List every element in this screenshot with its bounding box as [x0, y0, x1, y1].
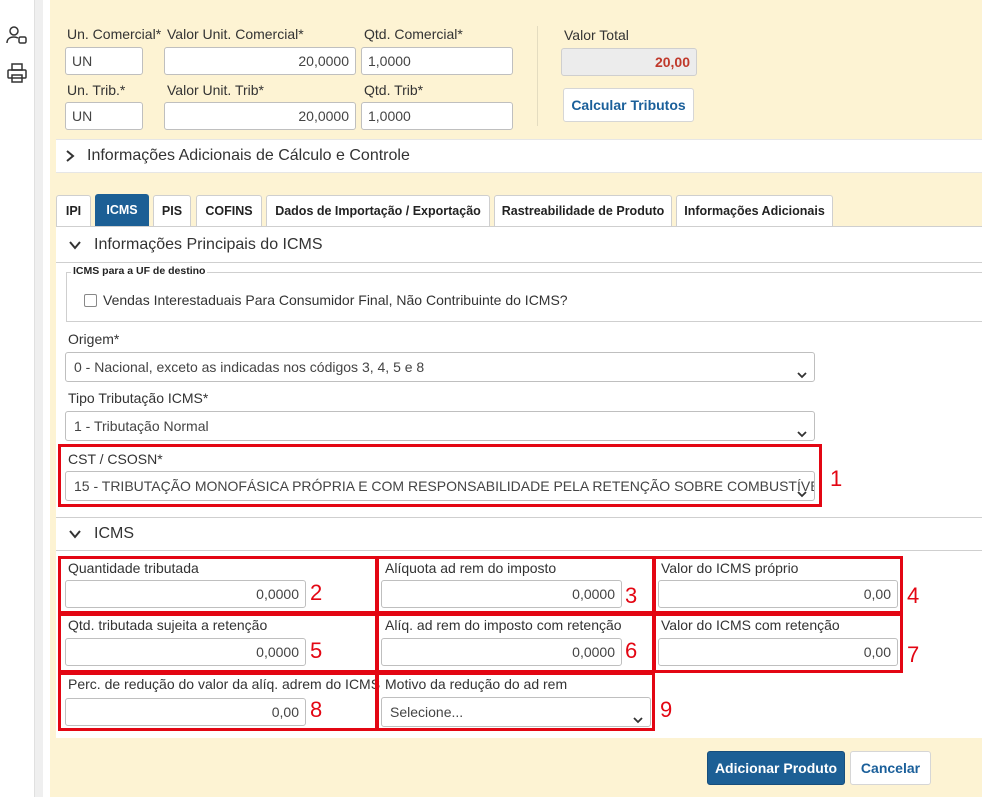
- uf-destino-legend: ICMS para a UF de destino: [71, 265, 208, 277]
- chevron-right-icon: [63, 149, 77, 163]
- highlight-box-2: [58, 556, 378, 614]
- highlight-box-7: [653, 613, 903, 673]
- fieldset-border-bottom: [66, 321, 982, 322]
- highlight-box-8: [58, 672, 378, 731]
- icms-principal-title: Informações Principais do ICMS: [94, 236, 323, 253]
- adicionar-produto-button[interactable]: Adicionar Produto: [707, 751, 845, 785]
- qtd-comercial-input[interactable]: 1,0000: [361, 47, 513, 75]
- un-trib-label: Un. Trib.*: [67, 82, 126, 98]
- section-divider: [56, 517, 982, 518]
- section-divider: [56, 262, 982, 263]
- calcular-tributos-button[interactable]: Calcular Tributos: [563, 88, 694, 122]
- chevron-down-icon: [796, 362, 808, 379]
- highlight-box-5: [58, 613, 378, 673]
- valor-unit-comercial-input[interactable]: 20,0000: [164, 47, 356, 75]
- valor-unit-trib-input[interactable]: 20,0000: [164, 102, 356, 130]
- tipo-tributacao-label: Tipo Tributação ICMS*: [68, 390, 209, 406]
- user-settings-icon[interactable]: [6, 24, 28, 46]
- annotation-number-8: 8: [310, 697, 323, 722]
- tab-dados-importacao[interactable]: Dados de Importação / Exportação: [266, 195, 490, 226]
- origem-select[interactable]: 0 - Nacional, exceto as indicadas nos có…: [65, 352, 815, 382]
- tab-rastreabilidade[interactable]: Rastreabilidade de Produto: [494, 195, 672, 226]
- un-comercial-label: Un. Comercial*: [67, 26, 162, 42]
- icms-section-title: ICMS: [94, 525, 134, 542]
- highlight-box-4: [653, 556, 903, 614]
- tab-informacoes-adicionais[interactable]: Informações Adicionais: [676, 195, 833, 226]
- origem-label: Origem*: [68, 331, 120, 347]
- annotation-number-3: 3: [625, 583, 638, 608]
- qtd-trib-input[interactable]: 1,0000: [361, 102, 513, 130]
- un-trib-input[interactable]: UN: [65, 102, 143, 130]
- info-adicionais-calculo-title: Informações Adicionais de Cálculo e Cont…: [87, 147, 410, 164]
- printer-icon[interactable]: [6, 62, 28, 84]
- valor-unit-trib-label: Valor Unit. Trib*: [167, 82, 264, 98]
- tab-cofins[interactable]: COFINS: [196, 195, 262, 226]
- valor-total-input: 20,00: [561, 48, 697, 76]
- tab-pis[interactable]: PIS: [153, 195, 191, 226]
- annotation-number-7: 7: [907, 642, 920, 667]
- left-toolbar: [0, 0, 34, 797]
- highlight-box-9: [376, 672, 655, 731]
- annotation-number-9: 9: [660, 697, 673, 722]
- tipo-tributacao-select[interactable]: 1 - Tributação Normal: [65, 411, 815, 441]
- origem-value: 0 - Nacional, exceto as indicadas nos có…: [74, 359, 425, 375]
- tab-ipi[interactable]: IPI: [56, 195, 91, 226]
- un-comercial-input[interactable]: UN: [65, 47, 143, 75]
- valor-unit-comercial-label: Valor Unit. Comercial*: [167, 26, 304, 42]
- section-divider: [56, 550, 982, 551]
- valor-total-label: Valor Total: [564, 27, 629, 43]
- tab-icms[interactable]: ICMS: [95, 194, 149, 226]
- annotation-number-1: 1: [830, 466, 843, 491]
- highlight-box-1: [58, 444, 822, 507]
- annotation-number-4: 4: [907, 583, 920, 608]
- tipo-tributacao-value: 1 - Tributação Normal: [74, 418, 209, 434]
- annotation-number-5: 5: [310, 638, 323, 663]
- chevron-down-icon: [796, 421, 808, 438]
- highlight-box-6: [376, 613, 655, 673]
- annotation-number-6: 6: [625, 638, 638, 663]
- chevron-down-icon[interactable]: [68, 238, 82, 252]
- qtd-comercial-label: Qtd. Comercial*: [364, 26, 463, 42]
- highlight-box-3: [376, 556, 655, 614]
- vertical-divider: [537, 26, 538, 126]
- annotation-number-2: 2: [310, 580, 323, 605]
- vendas-interestaduais-label: Vendas Interestaduais Para Consumidor Fi…: [103, 292, 568, 308]
- cancelar-button[interactable]: Cancelar: [850, 751, 931, 785]
- qtd-trib-label: Qtd. Trib*: [364, 82, 424, 98]
- chevron-down-icon[interactable]: [68, 527, 82, 541]
- vendas-interestaduais-checkbox[interactable]: [84, 294, 97, 307]
- rail-scroll-track: [34, 0, 43, 797]
- fieldset-border-left: [66, 272, 67, 322]
